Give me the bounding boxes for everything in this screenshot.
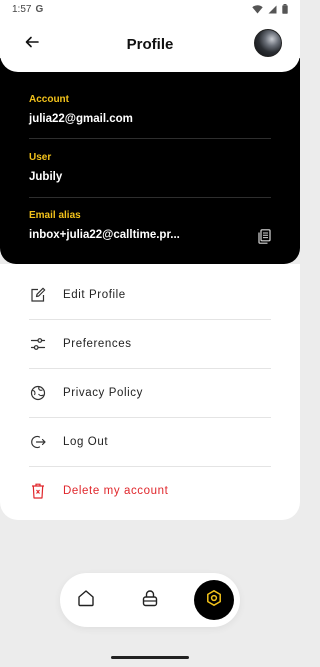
email-alias-row: Email alias inbox+julia22@calltime.pr...	[29, 210, 271, 241]
user-label: User	[29, 152, 52, 163]
preferences-item[interactable]: Preferences	[29, 320, 271, 368]
sliders-icon	[29, 335, 47, 353]
home-icon	[77, 589, 95, 612]
menu-item-label: Preferences	[63, 338, 132, 350]
nav-settings-button[interactable]	[194, 580, 234, 620]
account-value: julia22@gmail.com	[29, 113, 133, 125]
status-bar: 1:57 G	[0, 0, 300, 18]
signal-icon	[268, 5, 277, 14]
email-alias-label: Email alias	[29, 210, 81, 221]
nav-home-button[interactable]	[66, 580, 106, 620]
copy-alias-button[interactable]	[258, 229, 272, 245]
nav-lock-button[interactable]	[130, 580, 170, 620]
account-label: Account	[29, 94, 69, 105]
menu-item-label: Log Out	[63, 436, 109, 448]
gesture-bar[interactable]	[111, 656, 189, 659]
menu-card: Edit Profile Preferences Privacy Policy	[0, 264, 300, 520]
divider	[29, 138, 271, 139]
status-right	[252, 4, 288, 14]
menu-item-label: Delete my account	[63, 485, 169, 497]
logout-icon	[29, 433, 47, 451]
divider	[29, 197, 271, 198]
carrier-glyph: G	[35, 3, 44, 15]
battery-icon	[282, 4, 288, 14]
email-alias-value: inbox+julia22@calltime.pr...	[29, 229, 180, 241]
settings-hex-icon	[205, 589, 223, 612]
account-card: Account julia22@gmail.com User Jubily Em…	[0, 58, 300, 264]
edit-profile-item[interactable]: Edit Profile	[29, 271, 271, 319]
user-row: User Jubily	[29, 152, 271, 183]
copy-icon	[258, 229, 271, 248]
trash-icon	[29, 482, 47, 500]
user-value: Jubily	[29, 171, 63, 183]
avatar[interactable]	[254, 29, 282, 57]
privacy-icon	[29, 384, 47, 402]
delete-account-item[interactable]: Delete my account	[29, 467, 271, 515]
lock-icon	[141, 589, 159, 612]
status-left: 1:57 G	[12, 4, 43, 15]
menu-item-label: Privacy Policy	[63, 387, 143, 399]
privacy-policy-item[interactable]: Privacy Policy	[29, 369, 271, 417]
edit-icon	[29, 286, 47, 304]
wifi-icon	[252, 4, 263, 14]
log-out-item[interactable]: Log Out	[29, 418, 271, 466]
status-time: 1:57	[12, 3, 32, 15]
bottom-nav	[60, 573, 240, 627]
menu-item-label: Edit Profile	[63, 289, 126, 301]
account-row: Account julia22@gmail.com	[29, 94, 271, 125]
